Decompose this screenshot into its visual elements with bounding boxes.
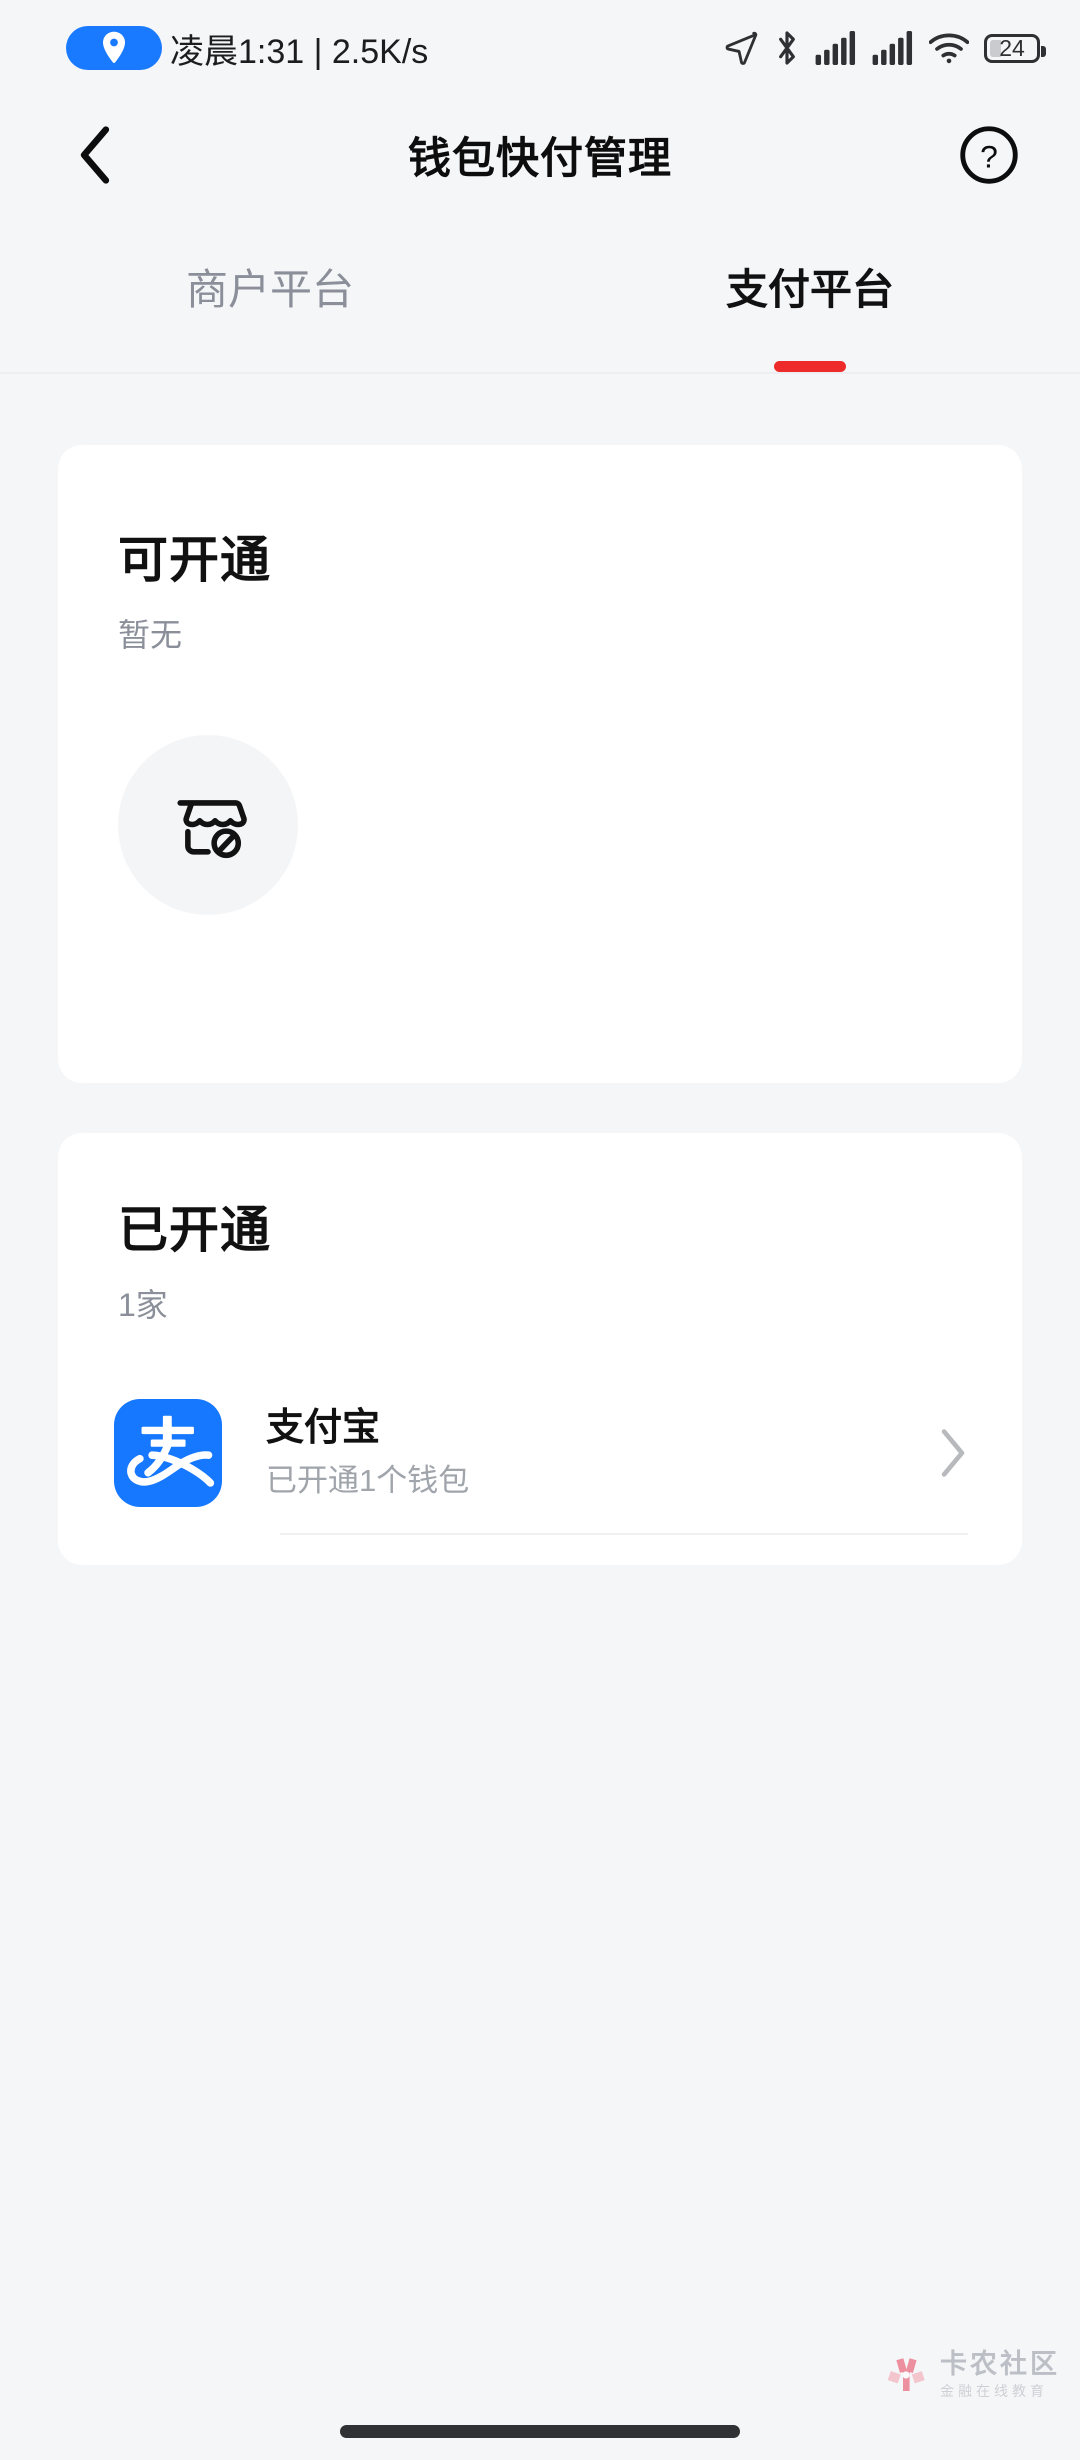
watermark-text: 卡农社区 金融在线教育: [940, 2349, 1060, 2399]
chevron-right-icon[interactable]: [930, 1428, 976, 1478]
signal-bars-icon: [815, 31, 856, 65]
watermark-title: 卡农社区: [940, 2349, 1060, 2379]
signal-bars-2-icon: [872, 31, 913, 65]
help-circle-icon: ?: [960, 126, 1018, 184]
available-card: 可开通 暂无: [58, 445, 1022, 1083]
watermark-subtitle: 金融在线教育: [940, 2383, 1048, 2399]
app-screen: 凌晨1:31 | 2.5K/s 24 钱包快付管理 ? 商户平台 支付平台 可开…: [0, 0, 1080, 2460]
battery-icon: 24: [984, 33, 1046, 63]
status-bar-time: 凌晨1:31 | 2.5K/s: [170, 32, 429, 71]
kanong-flower-logo-icon: [884, 2353, 928, 2397]
bluetooth-icon: [779, 31, 795, 65]
merchant-name: 支付宝: [266, 1406, 381, 1449]
opened-card-title: 已开通: [118, 1202, 271, 1258]
empty-state: [118, 735, 298, 915]
help-button[interactable]: ?: [954, 120, 1024, 190]
back-button[interactable]: [60, 120, 130, 190]
tab-bar: 商户平台 支付平台: [0, 214, 1080, 374]
merchant-description: 已开通1个钱包: [266, 1463, 470, 1499]
status-bar-right: 24: [723, 29, 1046, 67]
tab-label: 商户平台: [185, 266, 354, 313]
opened-card-subtitle: 1家: [118, 1287, 168, 1323]
nav-bar: 钱包快付管理 ?: [0, 96, 1080, 214]
list-item-texts: 支付宝 已开通1个钱包: [266, 1405, 930, 1501]
back-chevron-icon: [80, 126, 110, 184]
status-bar: 凌晨1:31 | 2.5K/s 24: [0, 0, 1080, 96]
store-disabled-icon: [177, 800, 247, 859]
tab-merchant-platform[interactable]: 商户平台: [0, 214, 540, 372]
svg-text:?: ?: [980, 138, 998, 174]
page-title: 钱包快付管理: [408, 135, 672, 183]
list-item-divider: [280, 1533, 968, 1535]
tab-payment-platform[interactable]: 支付平台: [540, 214, 1080, 372]
available-card-title: 可开通: [118, 532, 271, 588]
location-pin-icon: [66, 26, 162, 70]
tab-label: 支付平台: [725, 266, 894, 313]
tab-active-indicator: [774, 361, 846, 372]
opened-card: 已开通 1家 支付宝 已开通1个钱包: [58, 1133, 1022, 1565]
battery-percent-label: 24: [999, 34, 1025, 61]
status-bar-left: 凌晨1:31 | 2.5K/s: [66, 24, 428, 73]
list-item[interactable]: 支付宝 已开通1个钱包: [58, 1373, 1022, 1533]
home-indicator[interactable]: [340, 2425, 740, 2438]
navigation-arrow-icon: [725, 31, 758, 65]
watermark: 卡农社区 金融在线教育: [884, 2351, 1060, 2398]
alipay-icon: [114, 1399, 222, 1507]
wifi-icon: [929, 33, 969, 64]
available-card-subtitle: 暂无: [118, 617, 183, 653]
